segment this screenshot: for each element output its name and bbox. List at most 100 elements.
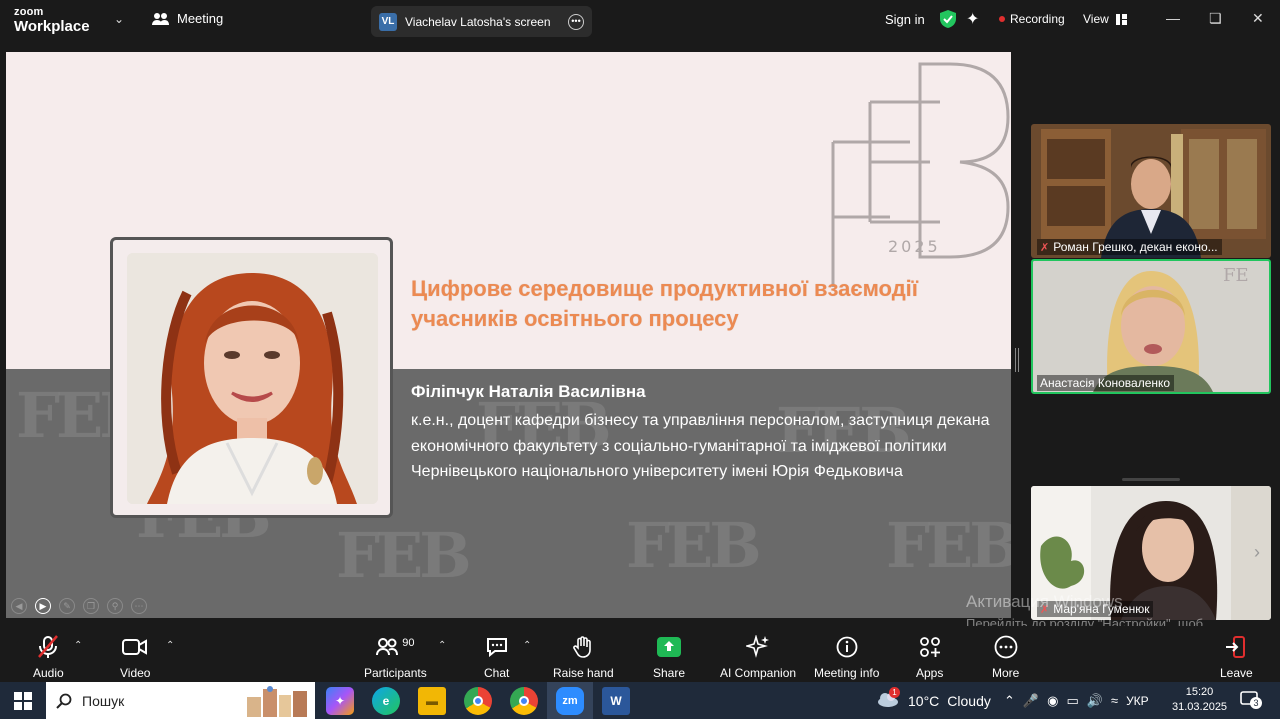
audio-options-caret-icon[interactable]: ⌃ xyxy=(74,640,82,651)
speaker-photo xyxy=(127,253,378,504)
taskbar-search-box[interactable]: Пошук xyxy=(46,682,315,719)
notification-count: 3 xyxy=(1250,697,1262,709)
meeting-info-button[interactable]: Meeting info xyxy=(814,634,879,680)
sign-in-link[interactable]: Sign in xyxy=(885,12,925,27)
windows-start-icon[interactable] xyxy=(14,692,32,710)
minimize-icon[interactable]: — xyxy=(1166,10,1180,26)
chrome-icon[interactable] xyxy=(464,687,492,715)
windows-taskbar: Пошук ✦ e ▬ zm W 1 10°C Cloudy ⌃ 🎤 ◉ ▭ 🔊… xyxy=(0,682,1280,719)
zoom-icon[interactable]: ⚲ xyxy=(107,598,123,614)
restore-icon[interactable]: ❏ xyxy=(1209,10,1222,27)
pointer-icon[interactable]: ▶ xyxy=(35,598,51,614)
meeting-info-label: Meeting info xyxy=(814,666,880,680)
video-tile-2-active-speaker[interactable]: FE Анастасія Коноваленко xyxy=(1031,259,1271,394)
more-button[interactable]: More xyxy=(992,634,1019,680)
recording-indicator[interactable]: Recording xyxy=(999,12,1065,26)
zoom-workplace-logo[interactable]: zoom Workplace xyxy=(14,6,90,35)
chat-options-caret-icon[interactable]: ⌃ xyxy=(523,640,531,651)
search-icon xyxy=(56,693,72,709)
more-tools-icon[interactable]: ⋯ xyxy=(131,598,147,614)
copy-icon[interactable]: ❐ xyxy=(83,598,99,614)
microphone-muted-icon xyxy=(37,634,59,660)
camera-icon xyxy=(122,634,148,660)
participants-button[interactable]: 90 Participants xyxy=(364,634,427,680)
speaker-description: к.е.н., доцент кафедри бізнесу та управл… xyxy=(411,412,990,480)
recording-label: Recording xyxy=(1010,12,1065,26)
ai-sparkle-icon xyxy=(746,634,770,660)
participants-count: 90 xyxy=(402,637,415,649)
participants-label: Participants xyxy=(364,666,427,680)
more-options-icon[interactable]: ••• xyxy=(568,13,584,30)
leave-button[interactable]: Leave xyxy=(1220,634,1253,680)
audio-button[interactable]: Audio xyxy=(33,634,64,680)
share-button[interactable]: Share xyxy=(653,634,685,680)
chrome-profile-icon[interactable] xyxy=(510,687,538,715)
info-icon xyxy=(836,634,858,660)
system-tray: ⌃ 🎤 ◉ ▭ 🔊 ≈ УКР xyxy=(1004,682,1149,719)
screen-share-indicator[interactable]: VL Viachelav Latosha's screen ••• xyxy=(371,6,592,37)
meeting-toolbar: Audio ⌃ Video ⌃ 90 Participants ⌃ Chat ⌃… xyxy=(0,626,1280,682)
camera-tray-icon[interactable]: ◉ xyxy=(1047,693,1058,709)
meeting-button[interactable]: Meeting xyxy=(152,11,223,26)
watermark-pattern: FEB xyxy=(626,509,762,582)
share-annotation-tools: ◀ ▶ ✎ ❐ ⚲ ⋯ xyxy=(11,598,147,614)
view-label: View xyxy=(1083,12,1109,26)
view-grid-icon xyxy=(1115,13,1127,25)
weather-temp: 10°C xyxy=(908,692,940,709)
language-indicator[interactable]: УКР xyxy=(1126,694,1149,708)
file-explorer-icon[interactable]: ▬ xyxy=(418,687,446,715)
logo-top-text: zoom xyxy=(14,6,44,18)
microphone-tray-icon[interactable]: 🎤 xyxy=(1023,693,1039,709)
share-screen-icon xyxy=(657,634,682,660)
participant-name: Анастасія Коноваленко xyxy=(1040,376,1171,390)
word-icon[interactable]: W xyxy=(602,687,630,715)
notifications-button[interactable]: 3 xyxy=(1240,682,1262,719)
svg-text:FE: FE xyxy=(1223,265,1249,286)
pen-icon[interactable]: ✎ xyxy=(59,598,75,614)
view-button[interactable]: View xyxy=(1083,12,1127,26)
zoom-app-icon[interactable]: zm xyxy=(556,687,584,715)
network-wifi-icon[interactable]: ≈ xyxy=(1111,693,1118,708)
chevron-down-icon[interactable]: ⌄ xyxy=(114,12,124,26)
raise-hand-button[interactable]: Raise hand xyxy=(553,634,614,680)
cloud-icon: 1 xyxy=(876,687,900,711)
weather-alert-badge: 1 xyxy=(889,687,900,698)
security-shield-icon[interactable] xyxy=(940,10,956,28)
apps-icon xyxy=(919,634,941,660)
edge-browser-icon[interactable]: e xyxy=(372,687,400,715)
hand-icon xyxy=(573,634,593,660)
apps-label: Apps xyxy=(916,666,944,680)
logo-bottom-text: Workplace xyxy=(14,18,90,35)
ai-sparkle-icon[interactable]: ✦ xyxy=(966,9,979,29)
taskbar-clock[interactable]: 15:20 31.03.2025 xyxy=(1172,685,1227,715)
activation-title: Активация Windows xyxy=(966,592,1123,611)
apps-button[interactable]: Apps xyxy=(916,634,943,680)
speaker-photo-frame xyxy=(110,237,393,518)
slide-title: Цифрове середовище продуктивної взаємоді… xyxy=(411,276,918,331)
battery-tray-icon[interactable]: ▭ xyxy=(1066,693,1078,709)
clock-date: 31.03.2025 xyxy=(1172,701,1228,713)
chat-button[interactable]: Chat xyxy=(484,634,509,680)
participants-options-caret-icon[interactable]: ⌃ xyxy=(438,640,446,651)
audio-label: Audio xyxy=(33,666,64,680)
participants-icon: 90 xyxy=(376,634,414,660)
video-button[interactable]: Video xyxy=(120,634,150,680)
ai-companion-button[interactable]: AI Companion xyxy=(720,634,796,680)
previous-icon[interactable]: ◀ xyxy=(11,598,27,614)
copilot-icon[interactable]: ✦ xyxy=(326,687,354,715)
tray-overflow-chevron-icon[interactable]: ⌃ xyxy=(1004,693,1015,709)
video-tile-1[interactable]: ✗ Роман Грешко, декан еконо... xyxy=(1031,124,1271,258)
search-highlight-image xyxy=(247,685,307,717)
logo-year: 2025 xyxy=(888,237,941,256)
speaker-name: Філіпчук Наталія Василівна xyxy=(411,382,646,401)
gallery-page-indicator xyxy=(1122,478,1180,481)
weather-widget[interactable]: 1 10°C Cloudy xyxy=(876,682,991,719)
shared-screen[interactable]: 2025 FEB FEB FEB FEB FEB FEB FEB xyxy=(6,52,1011,618)
panel-resize-handle[interactable] xyxy=(1015,348,1019,372)
close-icon[interactable]: ✕ xyxy=(1252,10,1264,27)
volume-icon[interactable]: 🔊 xyxy=(1087,693,1103,709)
svg-text:›: › xyxy=(1254,542,1260,562)
video-options-caret-icon[interactable]: ⌃ xyxy=(166,640,174,651)
watermark-pattern: FEB xyxy=(886,509,1011,582)
participant-name: Роман Грешко, декан еконо... xyxy=(1053,240,1218,254)
